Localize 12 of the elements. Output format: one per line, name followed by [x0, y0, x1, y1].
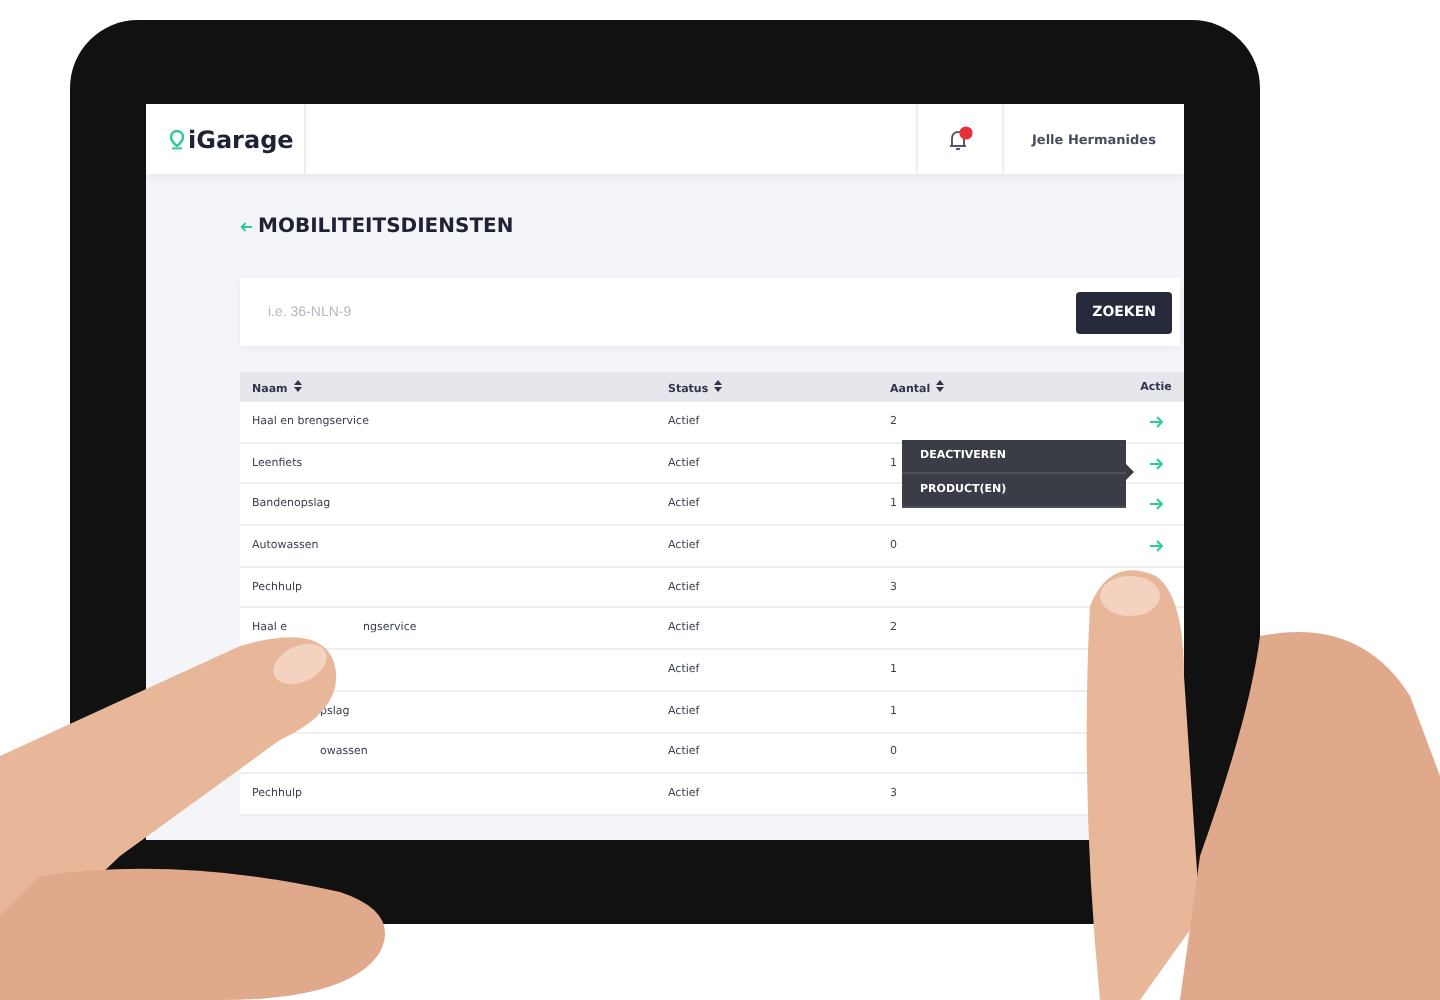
arrow-right-icon[interactable] [1149, 457, 1163, 470]
arrow-right-icon[interactable] [1149, 498, 1163, 511]
bell-icon[interactable] [946, 126, 974, 152]
sort-icon [936, 379, 945, 391]
back-arrow-icon[interactable] [240, 221, 252, 231]
page-title: MOBILITEITSDIENSTEN [258, 215, 514, 237]
sort-icon [293, 379, 302, 391]
arrow-right-icon[interactable] [1149, 539, 1163, 552]
location-pin-icon [170, 129, 184, 149]
sort-icon [714, 379, 723, 391]
arrow-right-icon[interactable] [1149, 415, 1163, 428]
app-logo: iGarage [188, 125, 294, 153]
